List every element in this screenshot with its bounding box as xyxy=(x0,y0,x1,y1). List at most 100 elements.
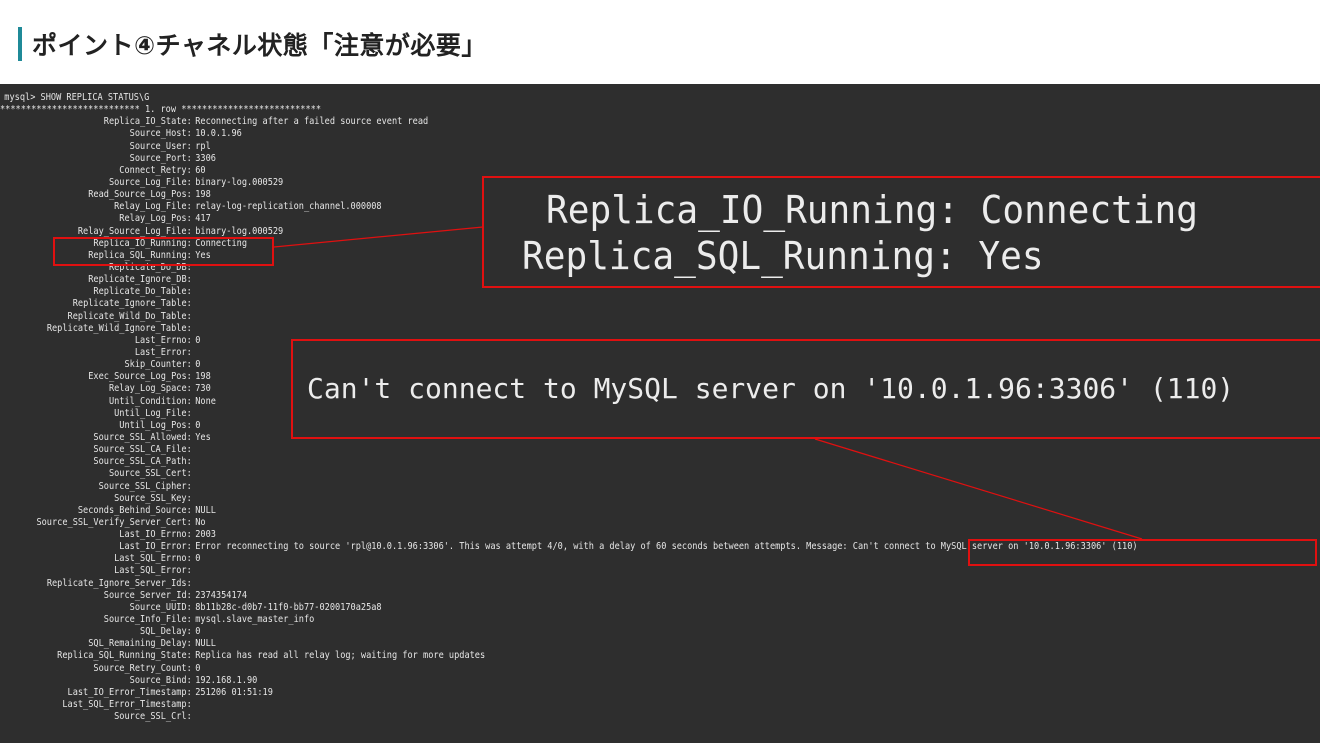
field-key: Last_SQL_Error xyxy=(114,565,187,577)
field-value: Replica has read all relay log; waiting … xyxy=(195,650,486,662)
field-key: Exec_Source_Log_Pos xyxy=(88,371,187,383)
field-separator: : xyxy=(186,395,197,407)
zoom-error-text: Can't connect to MySQL server on '10.0.1… xyxy=(307,372,1235,405)
status-field-row: Last_IO_Errno: 2003 xyxy=(0,529,1138,541)
row-header-line: *************************** 1. row *****… xyxy=(0,104,1138,116)
status-field-row: Source_User: rpl xyxy=(0,141,1138,153)
field-key: Seconds_Behind_Source xyxy=(77,504,187,516)
field-separator: : xyxy=(186,626,197,638)
field-key: Source_Bind xyxy=(129,674,187,686)
field-key: Source_Port xyxy=(129,152,187,164)
field-value: 0 xyxy=(195,334,201,346)
field-key: Last_IO_Errno xyxy=(119,529,187,541)
field-separator: : xyxy=(186,699,197,711)
field-separator: : xyxy=(186,553,197,565)
field-separator: : xyxy=(186,274,197,286)
status-field-row: SQL_Delay: 0 xyxy=(0,626,1138,638)
field-separator: : xyxy=(186,419,197,431)
error-message-highlight xyxy=(968,539,1317,566)
prompt-text: mysql> SHOW REPLICA STATUS\G xyxy=(4,92,150,103)
field-value: 10.0.1.96 xyxy=(195,128,242,140)
field-key: Source_UUID xyxy=(129,601,187,613)
field-key: Relay_Log_File xyxy=(114,201,187,213)
status-field-row: Replicate_Wild_Do_Table: xyxy=(0,311,1138,323)
field-value: 198 xyxy=(195,371,211,383)
field-key: Source_Info_File xyxy=(103,614,187,626)
running-status-zoom-callout: Replica_IO_Running: Connecting Replica_S… xyxy=(482,176,1320,288)
field-separator: : xyxy=(186,225,197,237)
field-value: relay-log-replication_channel.000008 xyxy=(195,201,382,213)
status-field-row: Source_SSL_CA_File: xyxy=(0,444,1138,456)
field-key: Replicate_Wild_Ignore_Table xyxy=(46,322,187,334)
field-value: Reconnecting after a failed source event… xyxy=(195,116,429,128)
field-key: Source_SSL_Allowed xyxy=(93,431,187,443)
field-value: mysql.slave_master_info xyxy=(195,614,315,626)
field-separator: : xyxy=(186,128,197,140)
field-separator: : xyxy=(186,359,197,371)
slide-title: ポイント④チャネル状態「注意が必要」 xyxy=(18,26,487,62)
status-field-row: Replica_IO_State: Reconnecting after a f… xyxy=(0,116,1138,128)
field-value: 60 xyxy=(195,164,206,176)
status-field-row: Source_Port: 3306 xyxy=(0,153,1138,165)
status-field-row: Replicate_Do_Table: xyxy=(0,286,1138,298)
status-field-row: SQL_Remaining_Delay: NULL xyxy=(0,638,1138,650)
field-key: Last_SQL_Errno xyxy=(114,553,187,565)
field-separator: : xyxy=(186,674,197,686)
field-key: Source_Server_Id xyxy=(103,589,187,601)
field-value: binary-log.000529 xyxy=(195,225,284,237)
field-separator: : xyxy=(186,213,197,225)
title-text: ポイント④チャネル状態「注意が必要」 xyxy=(32,31,487,60)
field-key: Read_Source_Log_Pos xyxy=(88,189,187,201)
field-value: None xyxy=(195,395,216,407)
field-separator: : xyxy=(186,152,197,164)
field-key: Source_Host xyxy=(129,128,187,140)
field-separator: : xyxy=(186,711,197,723)
field-key: Source_SSL_Cipher xyxy=(98,480,187,492)
field-key: Relay_Log_Space xyxy=(108,383,187,395)
field-key: Source_Retry_Count xyxy=(93,662,187,674)
field-value: 192.168.1.90 xyxy=(195,674,258,686)
title-accent-bar xyxy=(18,27,22,61)
status-field-row: Source_SSL_Crl: xyxy=(0,711,1138,723)
field-key: SQL_Remaining_Delay xyxy=(88,638,187,650)
error-message-zoom-callout: Can't connect to MySQL server on '10.0.1… xyxy=(291,339,1320,439)
field-key: Source_SSL_CA_Path xyxy=(93,456,187,468)
field-key: Last_Errno xyxy=(134,334,187,346)
field-separator: : xyxy=(186,601,197,613)
field-value: binary-log.000529 xyxy=(195,176,284,188)
field-value: 2003 xyxy=(195,529,216,541)
field-separator: : xyxy=(186,662,197,674)
status-field-row: Replicate_Ignore_Server_Ids: xyxy=(0,578,1138,590)
field-key: Last_SQL_Error_Timestamp xyxy=(62,699,187,711)
status-field-row: Source_SSL_CA_Path: xyxy=(0,456,1138,468)
status-field-row: Source_SSL_Cipher: xyxy=(0,481,1138,493)
field-separator: : xyxy=(186,516,197,528)
field-value: 0 xyxy=(195,419,201,431)
field-value: 0 xyxy=(195,553,201,565)
field-key: Relay_Log_Pos xyxy=(119,213,187,225)
field-separator: : xyxy=(186,589,197,601)
zoom-sql-running-line: Replica_SQL_Running: Yes xyxy=(522,234,1044,278)
status-field-row: Seconds_Behind_Source: NULL xyxy=(0,505,1138,517)
field-separator: : xyxy=(186,650,197,662)
row-header-text: *************************** 1. row *****… xyxy=(0,104,322,116)
field-key: Replicate_Ignore_Table xyxy=(72,298,187,310)
field-key: Until_Log_File xyxy=(114,407,187,419)
field-value: No xyxy=(195,516,206,528)
field-separator: : xyxy=(186,431,197,443)
field-separator: : xyxy=(186,468,197,480)
field-value: 2374354174 xyxy=(195,589,248,601)
field-value: 0 xyxy=(195,626,201,638)
field-value: 0 xyxy=(195,662,201,674)
status-field-row: Last_SQL_Error_Timestamp: xyxy=(0,699,1138,711)
status-field-row: Source_SSL_Cert: xyxy=(0,468,1138,480)
field-key: Last_Error xyxy=(134,346,187,358)
field-key: Source_SSL_Crl xyxy=(114,711,187,723)
field-key: Source_SSL_Verify_Server_Cert xyxy=(36,516,187,528)
field-separator: : xyxy=(186,189,197,201)
field-value: 198 xyxy=(195,189,211,201)
field-separator: : xyxy=(186,614,197,626)
terminal-screenshot: mysql> SHOW REPLICA STATUS\G ***********… xyxy=(0,84,1320,743)
status-field-row: Last_SQL_Error: xyxy=(0,565,1138,577)
field-separator: : xyxy=(186,346,197,358)
